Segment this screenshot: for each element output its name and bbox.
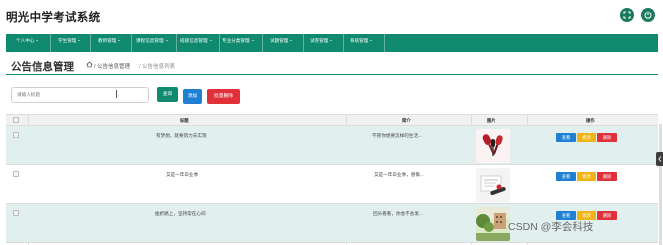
row-summary: 回头看看，你会不会发... xyxy=(373,211,423,216)
side-toggle-tab[interactable] xyxy=(656,152,663,166)
add-button[interactable]: 添加 xyxy=(183,89,202,104)
microphones-image xyxy=(476,129,510,163)
column-header-image: 图片 xyxy=(487,118,496,123)
nav-item-system[interactable]: 系统管理 xyxy=(350,38,373,44)
text-cursor-icon xyxy=(116,90,117,98)
nav-item-student[interactable]: 学生管理 xyxy=(58,38,81,44)
delete-button[interactable]: 删除 xyxy=(597,211,617,220)
diploma-image xyxy=(476,168,510,202)
row-title: 挫折路上，坚持常在心间 xyxy=(155,211,206,216)
breadcrumb-level1[interactable]: / 公告信息管理 xyxy=(94,62,130,70)
nav-item-teacher[interactable]: 教师管理 xyxy=(98,38,121,44)
search-placeholder: 请输入标题 xyxy=(17,92,40,97)
breadcrumb-level2: / 公告信息列表 xyxy=(139,64,176,70)
campus-image xyxy=(476,207,510,241)
row-checkbox[interactable] xyxy=(13,171,19,177)
edit-button[interactable]: 修改 xyxy=(577,172,596,181)
nav-item-question[interactable]: 试题管理 xyxy=(270,38,293,44)
table-header: 标题 简介 图片 操作 xyxy=(6,114,658,126)
title-divider xyxy=(6,74,658,75)
nav-item-paper[interactable]: 试卷管理 xyxy=(310,38,333,44)
logout-icon[interactable] xyxy=(641,8,655,22)
search-input[interactable]: 请输入标题 xyxy=(11,87,149,103)
row-summary: 又是一年毕业季，感慨... xyxy=(374,172,424,177)
chevron-left-icon xyxy=(658,156,662,162)
search-button[interactable]: 查询 xyxy=(157,87,178,102)
select-all-checkbox[interactable] xyxy=(13,117,19,123)
column-header-actions: 操作 xyxy=(586,118,595,123)
nav-item-course[interactable]: 课程信息管理 xyxy=(136,38,168,44)
app-title: 明光中学考试系统 xyxy=(6,12,101,24)
view-button[interactable]: 查看 xyxy=(556,172,576,181)
top-bar: 明光中学考试系统 xyxy=(0,0,663,32)
batch-delete-button[interactable]: 批量删除 xyxy=(207,89,240,104)
fullscreen-icon[interactable] xyxy=(620,8,634,22)
table-row: 又是一年毕业季 又是一年毕业季，感慨... 查看 修改 删除 xyxy=(6,165,658,204)
home-icon[interactable] xyxy=(86,61,93,68)
csdn-watermark: CSDN @李会科技 xyxy=(508,221,594,233)
edit-button[interactable]: 修改 xyxy=(577,133,596,142)
nav-item-class[interactable]: 班级信息管理 xyxy=(180,38,212,44)
delete-button[interactable]: 删除 xyxy=(597,172,617,181)
row-summary: 不管你想要怎样的生活... xyxy=(372,133,422,138)
column-header-title: 标题 xyxy=(180,118,189,123)
nav-item-personal-center[interactable]: 个人中心 xyxy=(16,38,39,44)
row-title: 有梦想，就要努力去实现 xyxy=(156,133,207,138)
nav-item-major[interactable]: 专业分类管理 xyxy=(222,38,254,44)
page-title: 公告信息管理 xyxy=(11,61,74,73)
scrollbar-track[interactable] xyxy=(659,124,662,245)
column-header-summary: 简介 xyxy=(402,118,411,123)
row-checkbox[interactable] xyxy=(13,210,19,216)
main-nav: 个人中心 学生管理 教师管理 课程信息管理 班级信息管理 专业分类管理 试题管理… xyxy=(6,34,658,52)
row-title: 又是一年毕业季 xyxy=(166,172,199,177)
delete-button[interactable]: 删除 xyxy=(597,133,617,142)
row-checkbox[interactable] xyxy=(13,132,19,138)
view-button[interactable]: 查看 xyxy=(556,133,576,142)
table-row: 有梦想，就要努力去实现 不管你想要怎样的生活... 查看 修改 删除 xyxy=(6,126,658,165)
